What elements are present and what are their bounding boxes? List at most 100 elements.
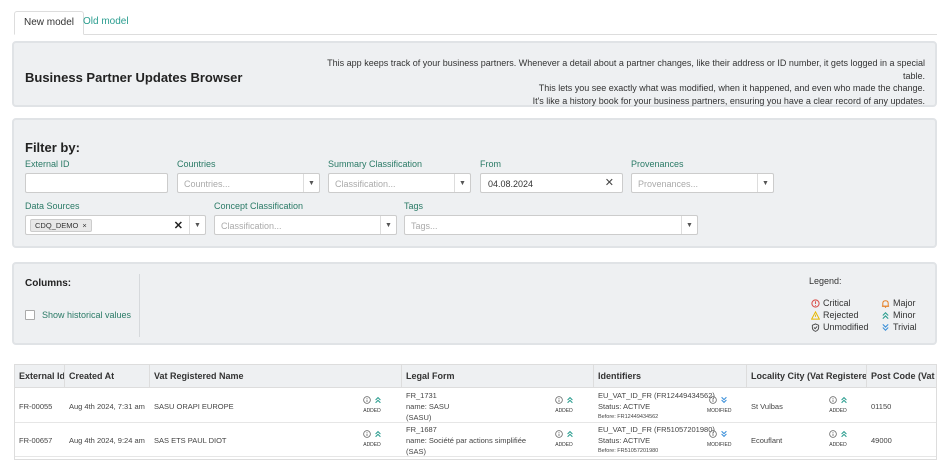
model-tabs: New model Old model: [14, 11, 937, 35]
legend-label: Rejected: [823, 310, 859, 320]
status-label: ADDED: [363, 408, 381, 414]
info-icon[interactable]: [828, 430, 837, 438]
updates-table: External Id Created At Vat Registered Na…: [14, 364, 937, 460]
app-description: This app keeps track of your business pa…: [325, 57, 925, 107]
identifier-before: Before: FR12449434562: [598, 414, 659, 420]
identifier-line: EU_VAT_ID_FR (FR51057201980): [598, 425, 715, 434]
post-code-cell: 01150: [871, 402, 892, 411]
created-at-cell: Aug 4th 2024, 9:24 am: [69, 436, 145, 445]
status-label: ADDED: [363, 442, 381, 448]
critical-icon: [811, 298, 820, 308]
status-label: ADDED: [829, 408, 847, 414]
provenances-select[interactable]: Provenances... ▼: [631, 173, 774, 193]
table-row[interactable]: FR-00055 Aug 4th 2024, 7:31 am SASU ORAP…: [15, 389, 936, 423]
legal-form-line: (SAS): [406, 447, 427, 456]
description-line: It's like a history book for your busine…: [532, 95, 925, 106]
info-icon[interactable]: [828, 396, 837, 404]
legend-label: Trivial: [893, 322, 917, 332]
bell-icon: [881, 299, 890, 308]
column-header[interactable]: Created At: [65, 365, 150, 388]
status-indicator: ADDED: [827, 430, 849, 448]
status-label: ADDED: [555, 408, 573, 414]
legend-rejected: Rejected: [811, 310, 859, 320]
external-id-input[interactable]: [25, 173, 168, 193]
legal-form-line: FR_1687: [406, 425, 437, 434]
show-historical-label: Show historical values: [42, 310, 132, 320]
from-date-input[interactable]: 04.08.2024 ✕: [480, 173, 623, 193]
legal-form-cell: FR_1731 name: SASU (SASU): [406, 390, 449, 423]
info-icon[interactable]: [554, 396, 563, 404]
table-row[interactable]: FR-00657 Aug 4th 2024, 9:24 am SAS ETS P…: [15, 423, 936, 457]
columns-panel: Columns: Show historical values Legend: …: [12, 262, 937, 345]
concept-classification-label: Concept Classification: [214, 201, 304, 211]
status-label: MODIFIED: [707, 408, 732, 414]
legal-form-line: name: Société par actions simplifiée: [406, 436, 527, 445]
identifier-line: EU_VAT_ID_FR (FR12449434562): [598, 391, 715, 400]
table-header: External Id Created At Vat Registered Na…: [15, 365, 936, 388]
column-header[interactable]: External Id: [15, 365, 65, 388]
tags-placeholder: Tags...: [411, 221, 438, 231]
legal-form-line: FR_1731: [406, 391, 437, 400]
chevron-down-icon[interactable]: ▼: [380, 216, 396, 234]
data-source-chip[interactable]: CDQ_DEMO ×: [30, 219, 92, 232]
legend-label: Unmodified: [823, 322, 869, 332]
chevron-down-icon[interactable]: ▼: [303, 174, 319, 192]
show-historical-toggle[interactable]: Show historical values: [25, 310, 131, 320]
clear-all-icon[interactable]: ✕: [174, 219, 183, 232]
double-chevron-down-icon: [720, 396, 727, 404]
double-chevron-down-icon: [882, 323, 889, 331]
countries-placeholder: Countries...: [184, 179, 231, 189]
chevron-down-icon[interactable]: ▼: [454, 174, 470, 192]
info-icon[interactable]: [708, 430, 717, 438]
vat-name-cell: SASU ORAPI EUROPE: [154, 402, 234, 411]
legal-form-line: name: SASU: [406, 402, 450, 411]
provenances-placeholder: Provenances...: [638, 179, 699, 189]
chip-label: CDQ_DEMO: [35, 221, 79, 230]
header-panel: Business Partner Updates Browser This ap…: [12, 41, 937, 107]
vat-name-cell: SAS ETS PAUL DIOT: [154, 436, 227, 445]
double-chevron-down-icon: [720, 430, 727, 438]
column-header[interactable]: Locality City (Vat Registered): [747, 365, 867, 388]
summary-classification-select[interactable]: Classification... ▼: [328, 173, 471, 193]
status-label: ADDED: [555, 442, 573, 448]
legal-form-line: (SASU): [406, 413, 432, 422]
tags-select[interactable]: Tags... ▼: [404, 215, 698, 235]
chevron-down-icon[interactable]: ▼: [189, 216, 205, 234]
status-indicator: MODIFIED: [707, 396, 732, 414]
columns-title: Columns:: [25, 278, 72, 289]
description-line: This app keeps track of your business pa…: [327, 58, 925, 81]
legend-label: Minor: [893, 310, 916, 320]
description-line: This lets you see exactly what was modif…: [538, 83, 925, 93]
concept-classification-select[interactable]: Classification... ▼: [214, 215, 397, 235]
clear-icon[interactable]: ✕: [605, 176, 614, 189]
status-indicator: ADDED: [361, 396, 383, 414]
status-indicator: ADDED: [553, 396, 575, 414]
created-at-cell: Aug 4th 2024, 7:31 am: [69, 402, 145, 411]
column-header[interactable]: Identifiers: [594, 365, 747, 388]
countries-select[interactable]: Countries... ▼: [177, 173, 320, 193]
legend-minor: Minor: [881, 310, 916, 320]
info-icon[interactable]: [362, 396, 371, 404]
info-icon[interactable]: [554, 430, 563, 438]
info-icon[interactable]: [362, 430, 371, 438]
summary-classification-placeholder: Classification...: [335, 179, 396, 189]
tab-old-model[interactable]: Old model: [74, 11, 138, 35]
column-header[interactable]: Vat Registered Name: [150, 365, 402, 388]
data-sources-select[interactable]: CDQ_DEMO × ✕ ▼: [25, 215, 206, 235]
status-indicator: ADDED: [827, 396, 849, 414]
show-historical-checkbox[interactable]: [25, 310, 35, 320]
legend-title: Legend:: [809, 276, 842, 286]
status-label: ADDED: [829, 442, 847, 448]
column-header[interactable]: Post Code (Vat R: [867, 365, 936, 388]
identifiers-cell: EU_VAT_ID_FR (FR12449434562) Status: ACT…: [598, 390, 715, 423]
shield-check-icon: [811, 322, 820, 332]
legend-major: Major: [881, 298, 916, 308]
chevron-down-icon[interactable]: ▼: [757, 174, 773, 192]
locality-cell: Ecouflant: [751, 436, 783, 445]
legend-label: Major: [893, 298, 916, 308]
info-icon[interactable]: [708, 396, 717, 404]
summary-classification-label: Summary Classification: [328, 159, 423, 169]
column-header[interactable]: Legal Form: [402, 365, 594, 388]
chevron-down-icon[interactable]: ▼: [681, 216, 697, 234]
chip-remove-icon[interactable]: ×: [82, 221, 86, 230]
